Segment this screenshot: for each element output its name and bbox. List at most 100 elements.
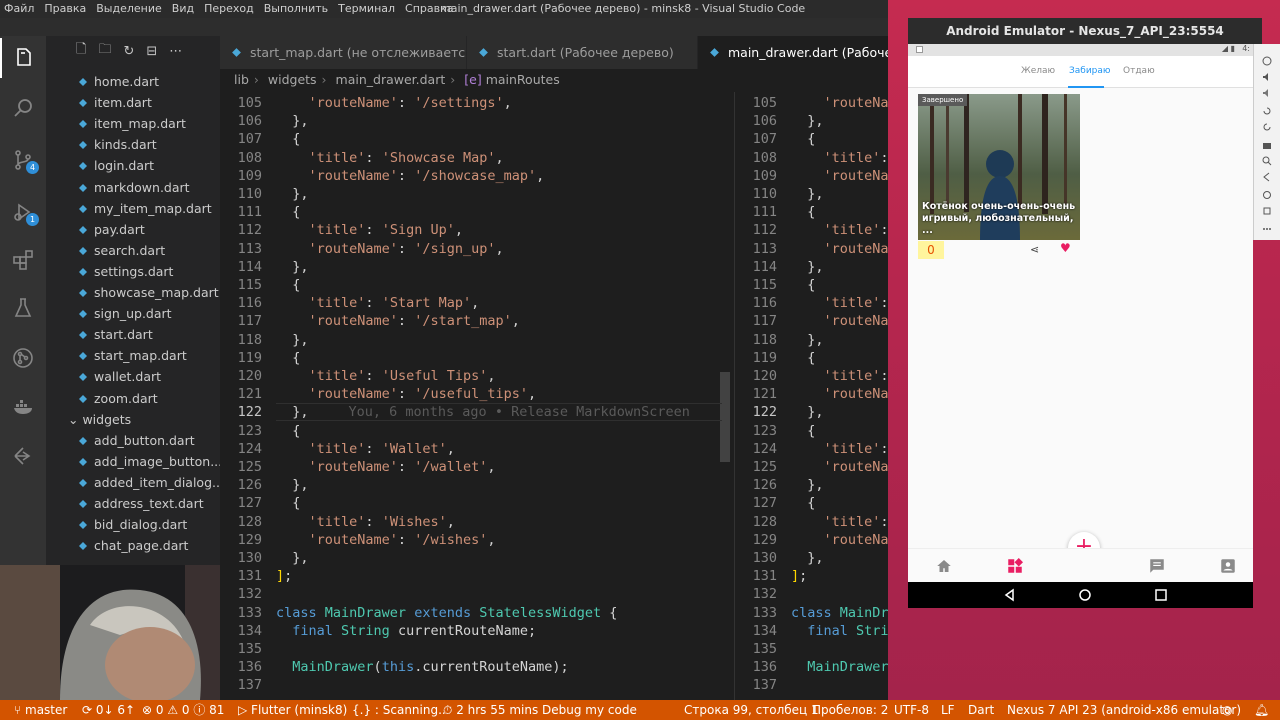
- item-card[interactable]: Завершено Котёнок очень-очень-очень игри…: [918, 94, 1080, 240]
- camera-icon[interactable]: [1262, 140, 1272, 150]
- tab-give[interactable]: Отдаю: [1123, 66, 1155, 76]
- code-token: {: [791, 422, 816, 439]
- flutter-status[interactable]: ▷ Flutter (minsk8): [238, 700, 347, 720]
- recents-icon[interactable]: [1153, 587, 1169, 603]
- docker-icon[interactable]: [0, 386, 46, 426]
- menu-view[interactable]: Вид: [172, 2, 194, 15]
- tab-wish[interactable]: Желаю: [1021, 66, 1055, 76]
- power-icon[interactable]: [1262, 56, 1272, 66]
- gitlens-icon[interactable]: [0, 436, 46, 476]
- scanning-status[interactable]: {.} : Scanning..: [352, 700, 446, 720]
- breadcrumb-file[interactable]: main_drawer.dart: [336, 72, 446, 87]
- heart-icon[interactable]: ♥: [1060, 241, 1071, 255]
- extensions-icon[interactable]: [0, 240, 46, 280]
- tab-start[interactable]: start.dart (Рабочее дерево): [467, 36, 697, 69]
- menu-run[interactable]: Выполнить: [264, 2, 328, 15]
- file-item[interactable]: markdown.dart: [78, 177, 220, 198]
- share-icon[interactable]: ⋖: [1030, 243, 1039, 256]
- run-debug-icon[interactable]: 1: [0, 192, 46, 232]
- file-item[interactable]: my_item_map.dart: [78, 198, 220, 219]
- menu-edit[interactable]: Правка: [44, 2, 86, 15]
- menu-terminal[interactable]: Терминал: [338, 2, 395, 15]
- tab-label: start_map.dart (не отслеживается): [250, 45, 466, 60]
- code-token: :: [880, 222, 888, 239]
- cursor-position[interactable]: Строка 99, столбец 1: [684, 700, 819, 720]
- back-icon[interactable]: [1002, 587, 1018, 603]
- file-item[interactable]: settings.dart: [78, 261, 220, 282]
- sync-status[interactable]: ⟳ 0↓ 6↑: [82, 700, 135, 720]
- rotate-right-icon[interactable]: [1262, 122, 1272, 132]
- file-item[interactable]: added_item_dialog....: [78, 472, 220, 493]
- git-graph-icon[interactable]: [0, 338, 46, 378]
- language-status[interactable]: Dart: [968, 700, 994, 720]
- source-control-icon[interactable]: 4: [0, 140, 46, 180]
- search-icon[interactable]: [0, 88, 46, 128]
- file-item[interactable]: add_image_button....: [78, 451, 220, 472]
- menu-selection[interactable]: Выделение: [96, 2, 162, 15]
- problems-status[interactable]: ⊗ 0 ⚠ 0 ⓘ 81: [142, 700, 224, 720]
- profile-icon[interactable]: [1219, 557, 1237, 575]
- encoding-status[interactable]: UTF-8: [894, 700, 929, 720]
- line-number: 133: [752, 604, 777, 621]
- more-icon[interactable]: ⋯: [169, 44, 182, 59]
- back-tool-icon[interactable]: [1262, 172, 1272, 182]
- file-item[interactable]: search.dart: [78, 240, 220, 261]
- file-item[interactable]: address_text.dart: [78, 493, 220, 514]
- tab-take[interactable]: Забираю: [1069, 66, 1111, 76]
- code-token: {: [276, 277, 301, 293]
- debug-status[interactable]: Debug my code: [542, 700, 637, 720]
- menu-go[interactable]: Переход: [204, 2, 254, 15]
- volume-up-icon[interactable]: [1262, 72, 1272, 82]
- file-item[interactable]: showcase_map.dart: [78, 282, 220, 303]
- new-folder-icon[interactable]: 🗀: [98, 40, 111, 62]
- home-tool-icon[interactable]: [1262, 190, 1272, 200]
- explorer-icon[interactable]: [0, 38, 46, 78]
- file-item[interactable]: start.dart: [78, 324, 220, 345]
- breadcrumb-symbol[interactable]: mainRoutes: [486, 72, 560, 87]
- tab-main-drawer[interactable]: main_drawer.dart (Рабочее: [698, 36, 888, 69]
- file-item[interactable]: sign_up.dart: [78, 303, 220, 324]
- editor-main[interactable]: 105 'routeName': '/settings', 106 }, 107 {…: [220, 92, 734, 700]
- broadcast-icon[interactable]: ◎: [1222, 700, 1232, 720]
- testing-icon[interactable]: [0, 288, 46, 328]
- editor-split[interactable]: 105 'routeNa 106 }, 107 {108 'title': 109 '…: [734, 92, 888, 700]
- breadcrumb-widgets[interactable]: widgets: [268, 72, 317, 87]
- rotate-left-icon[interactable]: [1262, 106, 1272, 116]
- home-icon[interactable]: [935, 557, 953, 575]
- chat-icon[interactable]: [1148, 557, 1166, 575]
- home-button-icon[interactable]: [1077, 587, 1093, 603]
- folder-item[interactable]: ⌄ widgets: [68, 409, 220, 430]
- overview-tool-icon[interactable]: [1262, 206, 1272, 216]
- breadcrumb-lib[interactable]: lib: [234, 72, 249, 87]
- file-item[interactable]: zoom.dart: [78, 388, 220, 409]
- file-item[interactable]: home.dart: [78, 71, 220, 92]
- file-item[interactable]: item.dart: [78, 92, 220, 113]
- zoom-icon[interactable]: [1262, 156, 1272, 166]
- bell-icon[interactable]: 🔔︎: [1254, 700, 1269, 720]
- collapse-icon[interactable]: ⊟: [146, 44, 157, 59]
- indent-status[interactable]: Пробелов: 2: [812, 700, 888, 720]
- refresh-icon[interactable]: ↻: [123, 44, 134, 59]
- file-item[interactable]: bid_dialog.dart: [78, 514, 220, 535]
- file-item[interactable]: kinds.dart: [78, 134, 220, 155]
- android-screen[interactable]: ◢ ▮ 4: Желаю Забираю Отдаю Завершено Кот…: [908, 44, 1253, 608]
- tab-start-map[interactable]: start_map.dart (не отслеживается): [220, 36, 466, 69]
- file-item[interactable]: start_map.dart: [78, 345, 220, 366]
- code-token: StatelessWidget: [479, 604, 610, 621]
- menu-file[interactable]: Файл: [4, 2, 34, 15]
- branch-status[interactable]: ⑂ master: [14, 700, 67, 720]
- time-status[interactable]: ⏱ 2 hrs 55 mins: [443, 700, 538, 720]
- file-item[interactable]: chat_page.dart: [78, 535, 220, 556]
- volume-down-icon[interactable]: [1262, 88, 1272, 98]
- file-item[interactable]: login.dart: [78, 155, 220, 176]
- file-item[interactable]: item_map.dart: [78, 113, 220, 134]
- file-item[interactable]: add_button.dart: [78, 430, 220, 451]
- file-item[interactable]: pay.dart: [78, 219, 220, 240]
- device-status[interactable]: Nexus 7 API 23 (android-x86 emulator): [1007, 700, 1241, 720]
- grid-icon[interactable]: [1006, 557, 1024, 575]
- file-item[interactable]: wallet.dart: [78, 366, 220, 387]
- more-tool-icon[interactable]: [1262, 224, 1272, 234]
- new-file-icon[interactable]: 🗋: [76, 40, 86, 62]
- eol-status[interactable]: LF: [941, 700, 955, 720]
